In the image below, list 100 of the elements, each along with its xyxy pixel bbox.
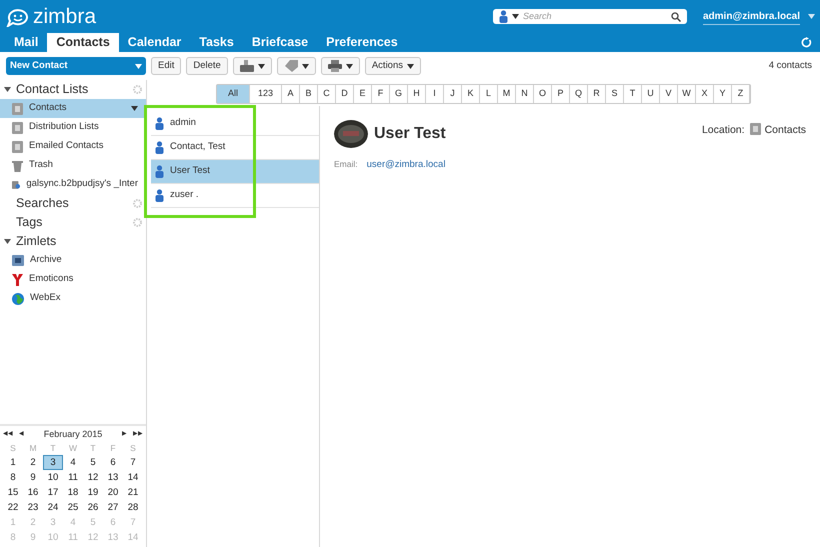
- calendar-day[interactable]: 10: [43, 470, 63, 485]
- sidebar-item[interactable]: Emailed Contacts: [0, 137, 146, 156]
- tray-icon: [240, 60, 254, 72]
- contact-row[interactable]: admin: [151, 112, 319, 136]
- section-heading[interactable]: Searches: [16, 194, 128, 213]
- sidebar-item[interactable]: Trash: [0, 156, 146, 175]
- calendar-day[interactable]: 16: [23, 485, 43, 500]
- caret-icon: [407, 64, 414, 68]
- address-book-icon: [12, 178, 20, 190]
- logo-icon: [5, 6, 31, 26]
- calendar-day[interactable]: 20: [103, 485, 123, 500]
- sidebar-item[interactable]: Emoticons: [0, 270, 146, 289]
- section-heading[interactable]: Tags: [16, 213, 128, 232]
- toolbar-button[interactable]: [320, 57, 360, 75]
- calendar-day[interactable]: 9: [23, 470, 43, 485]
- calendar-day[interactable]: 4: [63, 455, 83, 470]
- calendar-day[interactable]: 23: [23, 500, 43, 515]
- weekday-label: T: [49, 442, 57, 455]
- person-icon: [155, 189, 164, 202]
- weekday-label: S: [129, 442, 137, 455]
- calendar-day[interactable]: 22: [3, 500, 23, 515]
- weekday-label: M: [28, 442, 38, 455]
- contact-row[interactable]: zuser .: [151, 184, 319, 208]
- address-book-icon: [750, 123, 761, 135]
- calendar-day[interactable]: 11: [63, 470, 83, 485]
- address-book-icon: [12, 102, 23, 114]
- field-label: Email:: [334, 158, 358, 171]
- calendar-day[interactable]: 26: [83, 500, 103, 515]
- caret-icon: [135, 64, 142, 68]
- actions-button[interactable]: Actions: [364, 57, 421, 75]
- calendar-day[interactable]: 12: [83, 470, 103, 485]
- location-value: Contacts: [764, 123, 806, 138]
- person-icon: [155, 117, 164, 130]
- new-contact-button[interactable]: New Contact: [6, 57, 146, 75]
- toolbar-button[interactable]: [232, 57, 272, 75]
- refresh-icon[interactable]: [801, 37, 812, 48]
- caret-icon: [808, 14, 815, 19]
- calendar-day[interactable]: 7: [123, 455, 143, 470]
- calendar-day[interactable]: 5: [83, 455, 103, 470]
- calendar-month: February 2015: [42, 428, 104, 441]
- sidebar-item[interactable]: Archive: [0, 251, 146, 270]
- calendar-day[interactable]: 28: [123, 500, 143, 515]
- tag-icon: [284, 60, 298, 72]
- contact-row[interactable]: User Test: [151, 160, 319, 184]
- calendar-day[interactable]: 24: [43, 500, 63, 515]
- printer-icon: [328, 60, 342, 72]
- calendar-day[interactable]: 25: [63, 500, 83, 515]
- calendar-day[interactable]: 1: [3, 455, 23, 470]
- calendar-day[interactable]: 27: [103, 500, 123, 515]
- calendar-day[interactable]: 2: [23, 455, 43, 470]
- address-book-icon: [12, 140, 23, 152]
- app-tab[interactable]: Briefcase: [242, 33, 318, 52]
- search-field[interactable]: Search: [523, 10, 667, 24]
- location-label: Location:: [702, 123, 745, 138]
- letter-filter[interactable]: All: [216, 85, 250, 103]
- globe-icon: [12, 292, 24, 304]
- sidebar-item[interactable]: galsync.b2bpudjsy's _Inter: [0, 175, 146, 194]
- app-tab[interactable]: Calendar: [118, 33, 190, 52]
- person-icon: [155, 165, 164, 178]
- weekday-label: F: [109, 442, 117, 455]
- toolbar-button[interactable]: Edit: [151, 57, 182, 75]
- user-menu[interactable]: admin@zimbra.local: [703, 8, 800, 24]
- app-tab[interactable]: Preferences: [317, 33, 407, 52]
- weekday-label: S: [9, 442, 17, 455]
- calendar-day[interactable]: 14: [123, 470, 143, 485]
- y-icon: [12, 274, 23, 286]
- section-heading[interactable]: Contact Lists: [16, 80, 128, 99]
- contact-name: User Test: [374, 124, 447, 144]
- logo-text: zimbra: [33, 6, 96, 27]
- caret-icon: [258, 64, 265, 68]
- email-link[interactable]: user@zimbra.local: [366, 158, 446, 172]
- caret-icon: [4, 239, 11, 244]
- sidebar-item[interactable]: Distribution Lists: [0, 118, 146, 137]
- person-icon: [499, 10, 508, 23]
- section-heading[interactable]: Zimlets: [16, 232, 142, 251]
- caret-icon: [346, 64, 353, 68]
- person-icon: [155, 141, 164, 154]
- contact-count: 4 contacts: [768, 58, 812, 73]
- app-tab[interactable]: Tasks: [190, 33, 243, 52]
- calendar-day[interactable]: 17: [43, 485, 63, 500]
- calendar-day[interactable]: 13: [103, 470, 123, 485]
- app-tab[interactable]: Contacts: [47, 33, 119, 52]
- search-icon: [671, 12, 681, 22]
- caret-icon: [4, 87, 11, 92]
- toolbar-button[interactable]: [276, 57, 316, 75]
- caret-icon: [302, 64, 309, 68]
- sidebar-item[interactable]: Contacts: [0, 99, 146, 118]
- caret-icon: [512, 14, 519, 19]
- calendar-day[interactable]: 8: [3, 470, 23, 485]
- search-box[interactable]: Search: [493, 9, 687, 24]
- sidebar-item[interactable]: WebEx: [0, 289, 146, 308]
- calendar-day[interactable]: 6: [103, 455, 123, 470]
- calendar-day[interactable]: 19: [83, 485, 103, 500]
- toolbar-button[interactable]: Delete: [186, 57, 228, 75]
- archive-icon: [12, 255, 24, 266]
- calendar-day[interactable]: 21: [123, 485, 143, 500]
- calendar-day[interactable]: 15: [3, 485, 23, 500]
- calendar-day[interactable]: 18: [63, 485, 83, 500]
- app-tab[interactable]: Mail: [5, 33, 48, 52]
- calendar-day[interactable]: 3: [43, 455, 63, 470]
